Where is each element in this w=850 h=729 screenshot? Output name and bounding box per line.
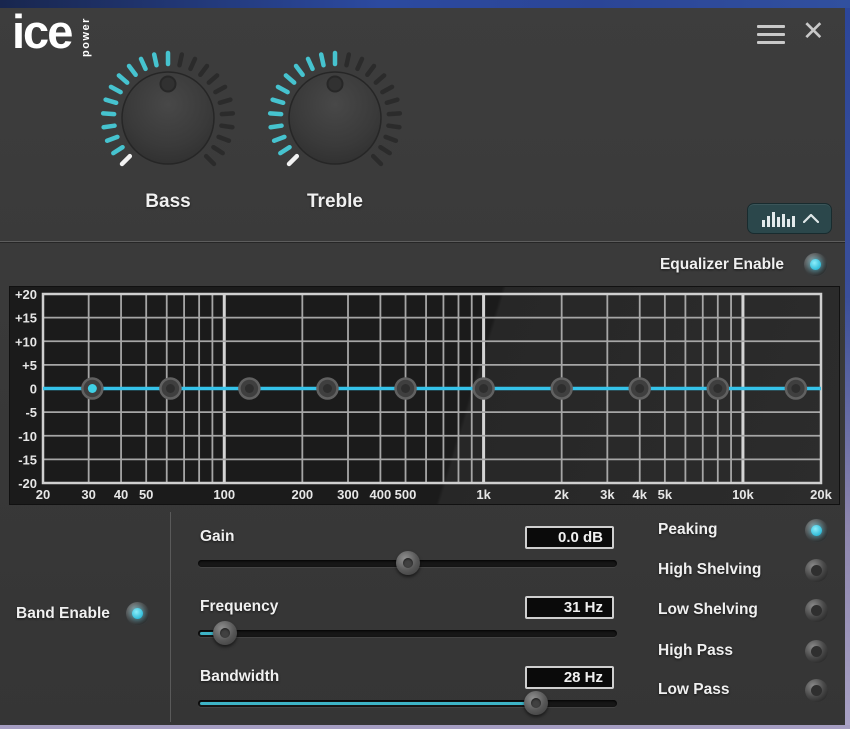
treble-knob-label: Treble bbox=[260, 191, 410, 213]
window-bottom-border bbox=[0, 725, 850, 729]
gain-label: Gain bbox=[200, 528, 234, 546]
app-window: ice power ✕ Bass Treble Equalizer Enable bbox=[0, 0, 850, 729]
svg-text:+10: +10 bbox=[15, 334, 37, 349]
frequency-slider-thumb[interactable] bbox=[213, 621, 237, 645]
gain-slider-thumb[interactable] bbox=[396, 551, 420, 575]
svg-text:100: 100 bbox=[213, 487, 235, 502]
svg-text:30: 30 bbox=[81, 487, 95, 502]
filter-low-shelving-label: Low Shelving bbox=[658, 601, 758, 619]
bandwidth-slider[interactable] bbox=[198, 700, 617, 707]
filter-high-shelving-radio[interactable] bbox=[805, 559, 828, 582]
band-enable-toggle[interactable] bbox=[126, 602, 149, 625]
svg-text:+5: +5 bbox=[22, 358, 37, 373]
eq-response-graph[interactable]: +20 +15 +10 +5 0 -5 -10 -15 -2020 30 40 50 100 200 300… bbox=[9, 286, 840, 505]
svg-text:50: 50 bbox=[139, 487, 153, 502]
chevron-up-icon bbox=[803, 214, 819, 223]
ice-power-logo: ice bbox=[12, 4, 71, 59]
gain-value: 0.0 dB bbox=[525, 526, 614, 549]
filter-low-pass-radio[interactable] bbox=[805, 679, 828, 702]
svg-text:1k: 1k bbox=[476, 487, 491, 502]
ice-power-logo-sub: power bbox=[80, 13, 92, 57]
frequency-slider[interactable] bbox=[198, 630, 617, 637]
bandwidth-slider-fill bbox=[200, 702, 538, 705]
svg-text:0: 0 bbox=[30, 382, 37, 397]
bandwidth-label: Bandwidth bbox=[200, 668, 279, 686]
svg-text:3k: 3k bbox=[600, 487, 615, 502]
bandwidth-slider-thumb[interactable] bbox=[524, 691, 548, 715]
filter-peaking-radio[interactable] bbox=[805, 519, 828, 542]
svg-text:-20: -20 bbox=[18, 476, 37, 491]
treble-knob[interactable] bbox=[260, 43, 410, 193]
svg-text:5k: 5k bbox=[658, 487, 673, 502]
window-right-border bbox=[845, 8, 850, 729]
filter-low-shelving-radio[interactable] bbox=[805, 599, 828, 622]
hamburger-bar bbox=[757, 33, 785, 36]
filter-low-pass-label: Low Pass bbox=[658, 681, 730, 699]
svg-text:20k: 20k bbox=[810, 487, 832, 502]
hamburger-bar bbox=[757, 41, 785, 44]
gain-slider[interactable] bbox=[198, 560, 617, 567]
bass-knob[interactable] bbox=[93, 43, 243, 193]
band-enable-label: Band Enable bbox=[16, 605, 110, 623]
section-divider bbox=[170, 512, 171, 722]
svg-text:2k: 2k bbox=[554, 487, 569, 502]
close-icon[interactable]: ✕ bbox=[802, 16, 825, 46]
svg-text:300: 300 bbox=[337, 487, 359, 502]
hamburger-bar bbox=[757, 25, 785, 28]
svg-text:500: 500 bbox=[395, 487, 417, 502]
eq-graph-canvas: +20 +15 +10 +5 0 -5 -10 -15 -2020 30 40 50 100 200 300… bbox=[10, 287, 839, 509]
bass-knob-label: Bass bbox=[93, 191, 243, 213]
analyzer-panel-button[interactable] bbox=[747, 203, 832, 234]
svg-text:10k: 10k bbox=[732, 487, 754, 502]
svg-text:4k: 4k bbox=[632, 487, 647, 502]
svg-text:-5: -5 bbox=[25, 405, 37, 420]
bandwidth-value: 28 Hz bbox=[525, 666, 614, 689]
frequency-label: Frequency bbox=[200, 598, 278, 616]
window-title-bar bbox=[0, 0, 850, 8]
svg-text:400: 400 bbox=[370, 487, 392, 502]
filter-high-pass-label: High Pass bbox=[658, 642, 733, 660]
svg-text:-15: -15 bbox=[18, 452, 37, 467]
svg-text:+15: +15 bbox=[15, 311, 37, 326]
svg-text:40: 40 bbox=[114, 487, 128, 502]
hamburger-menu-icon[interactable] bbox=[757, 25, 785, 44]
svg-text:+20: +20 bbox=[15, 287, 37, 302]
filter-peaking-label: Peaking bbox=[658, 521, 717, 539]
frequency-value: 31 Hz bbox=[525, 596, 614, 619]
filter-high-shelving-label: High Shelving bbox=[658, 561, 761, 579]
filter-high-pass-radio[interactable] bbox=[805, 640, 828, 663]
svg-text:20: 20 bbox=[36, 487, 50, 502]
equalizer-bars-icon bbox=[761, 210, 795, 228]
section-divider bbox=[0, 241, 850, 242]
equalizer-enable-toggle[interactable] bbox=[804, 253, 827, 276]
svg-text:200: 200 bbox=[291, 487, 313, 502]
equalizer-enable-label: Equalizer Enable bbox=[660, 256, 784, 274]
svg-text:-10: -10 bbox=[18, 429, 37, 444]
